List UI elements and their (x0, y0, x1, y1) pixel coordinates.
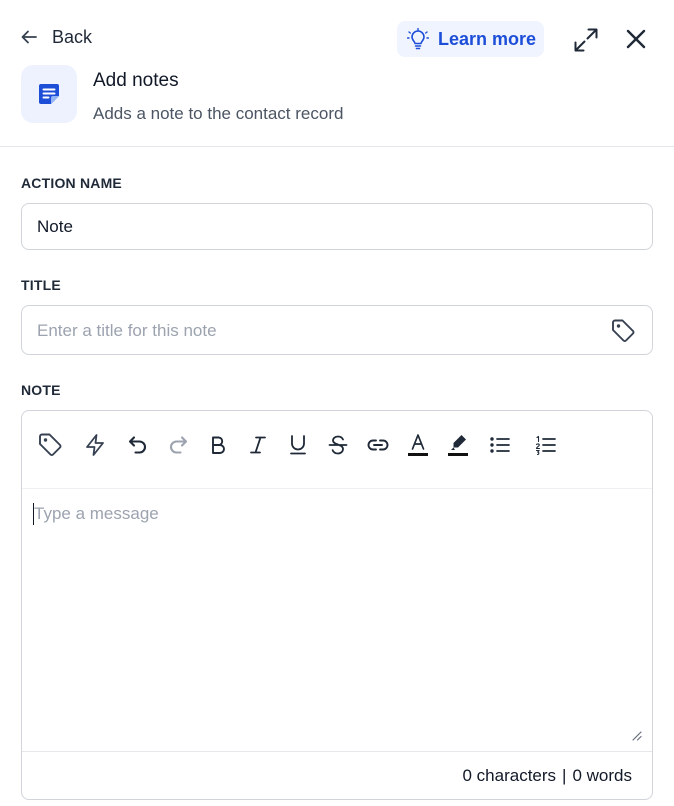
note-action-icon (21, 65, 77, 123)
title-placeholder: Enter a title for this note (37, 321, 217, 340)
text-color-icon[interactable] (404, 431, 432, 459)
highlight-icon[interactable] (444, 431, 472, 459)
expand-icon[interactable] (572, 26, 600, 54)
action-name-input[interactable]: Note (21, 203, 653, 250)
numbered-list-icon[interactable] (532, 431, 560, 459)
character-count: 0 characters (462, 766, 557, 785)
action-subtitle: Adds a note to the contact record (93, 104, 344, 123)
editor-toolbar (22, 411, 652, 489)
strikethrough-icon[interactable] (324, 431, 352, 459)
bold-icon[interactable] (204, 431, 232, 459)
action-title: Add notes (93, 70, 179, 91)
undo-icon[interactable] (124, 431, 152, 459)
arrow-left-icon (20, 28, 38, 46)
tag-icon[interactable] (610, 318, 636, 344)
word-count: 0 characters | 0 words (463, 766, 633, 786)
lightbulb-icon (407, 28, 429, 50)
resize-handle-icon[interactable] (630, 729, 642, 741)
redo-icon[interactable] (164, 431, 192, 459)
count-separator: | (562, 766, 567, 785)
back-label: Back (52, 26, 93, 47)
message-input[interactable]: Type a message (34, 504, 159, 524)
bullet-list-icon[interactable] (486, 431, 514, 459)
title-label: TITLE (21, 277, 61, 293)
italic-icon[interactable] (244, 431, 272, 459)
note-editor: Type a message 0 characters | 0 words (21, 410, 653, 800)
title-input[interactable]: Enter a title for this note (21, 305, 653, 355)
action-name-label: ACTION NAME (21, 175, 122, 191)
lightning-icon[interactable] (81, 431, 109, 459)
tag-icon[interactable] (36, 431, 64, 459)
words-count: 0 words (572, 766, 632, 785)
action-name-value: Note (37, 217, 73, 236)
learn-more-label: Learn more (438, 28, 537, 49)
panel-header: Back Learn more Add notes Adds a note to… (0, 0, 674, 147)
editor-footer: 0 characters | 0 words (22, 751, 652, 799)
link-icon[interactable] (364, 431, 392, 459)
back-button[interactable]: Back (20, 24, 92, 50)
underline-icon[interactable] (284, 431, 312, 459)
add-notes-panel: Back Learn more Add notes Adds a note to… (0, 0, 674, 806)
close-icon[interactable] (624, 27, 648, 51)
learn-more-button[interactable]: Learn more (397, 21, 544, 57)
note-label: NOTE (21, 382, 61, 398)
